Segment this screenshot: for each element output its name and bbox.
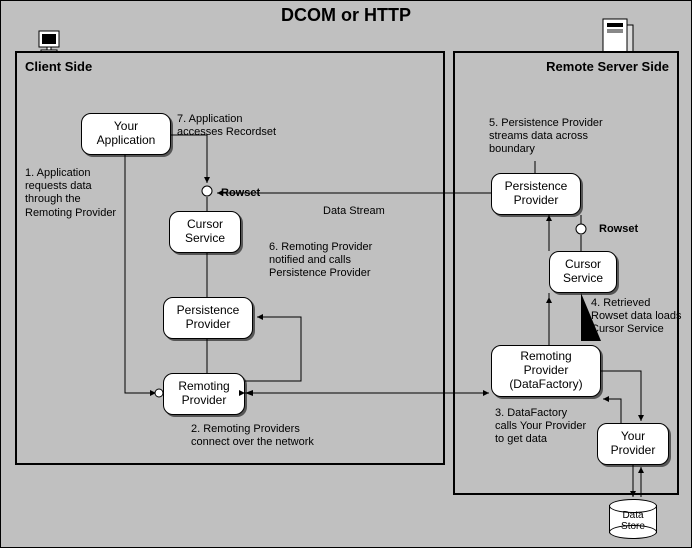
step4-label: 4. RetrievedRowset data loadsCursor Serv…	[591, 297, 691, 337]
step5-label: 5. Persistence Providerstreams data acro…	[489, 117, 649, 157]
your-application-node: YourApplication	[81, 113, 171, 155]
cursor-service-server-node: CursorService	[549, 251, 617, 293]
server-panel-label: Remote Server Side	[546, 59, 669, 74]
step2-label: 2. Remoting Providersconnect over the ne…	[191, 423, 351, 449]
step6-label: 6. Remoting Providernotified and callsPe…	[269, 241, 399, 281]
step7-label: 7. Applicationaccesses Recordset	[177, 113, 297, 139]
remoting-provider-client-node: RemotingProvider	[163, 373, 245, 415]
data-store-cylinder: DataStore	[609, 499, 657, 539]
client-panel-label: Client Side	[25, 59, 92, 74]
persistence-provider-client-node: PersistenceProvider	[163, 297, 253, 339]
step3-label: 3. DataFactorycalls Your Providerto get …	[495, 407, 605, 447]
diagram-title: DCOM or HTTP	[1, 5, 691, 26]
persistence-provider-server-node: PersistenceProvider	[491, 173, 581, 215]
diagram-canvas: DCOM or HTTP Client Side Remote Server S…	[0, 0, 692, 548]
rowset-server-label: Rowset	[599, 223, 638, 236]
your-provider-node: YourProvider	[597, 423, 669, 465]
data-store-label: DataStore	[609, 511, 657, 532]
cursor-service-client-node: CursorService	[169, 211, 241, 253]
remoting-provider-server-node: RemotingProvider(DataFactory)	[491, 345, 601, 397]
data-stream-label: Data Stream	[323, 205, 385, 218]
rowset-client-label: Rowset	[221, 187, 260, 200]
step1-label: 1. Applicationrequests datathrough theRe…	[25, 167, 135, 220]
